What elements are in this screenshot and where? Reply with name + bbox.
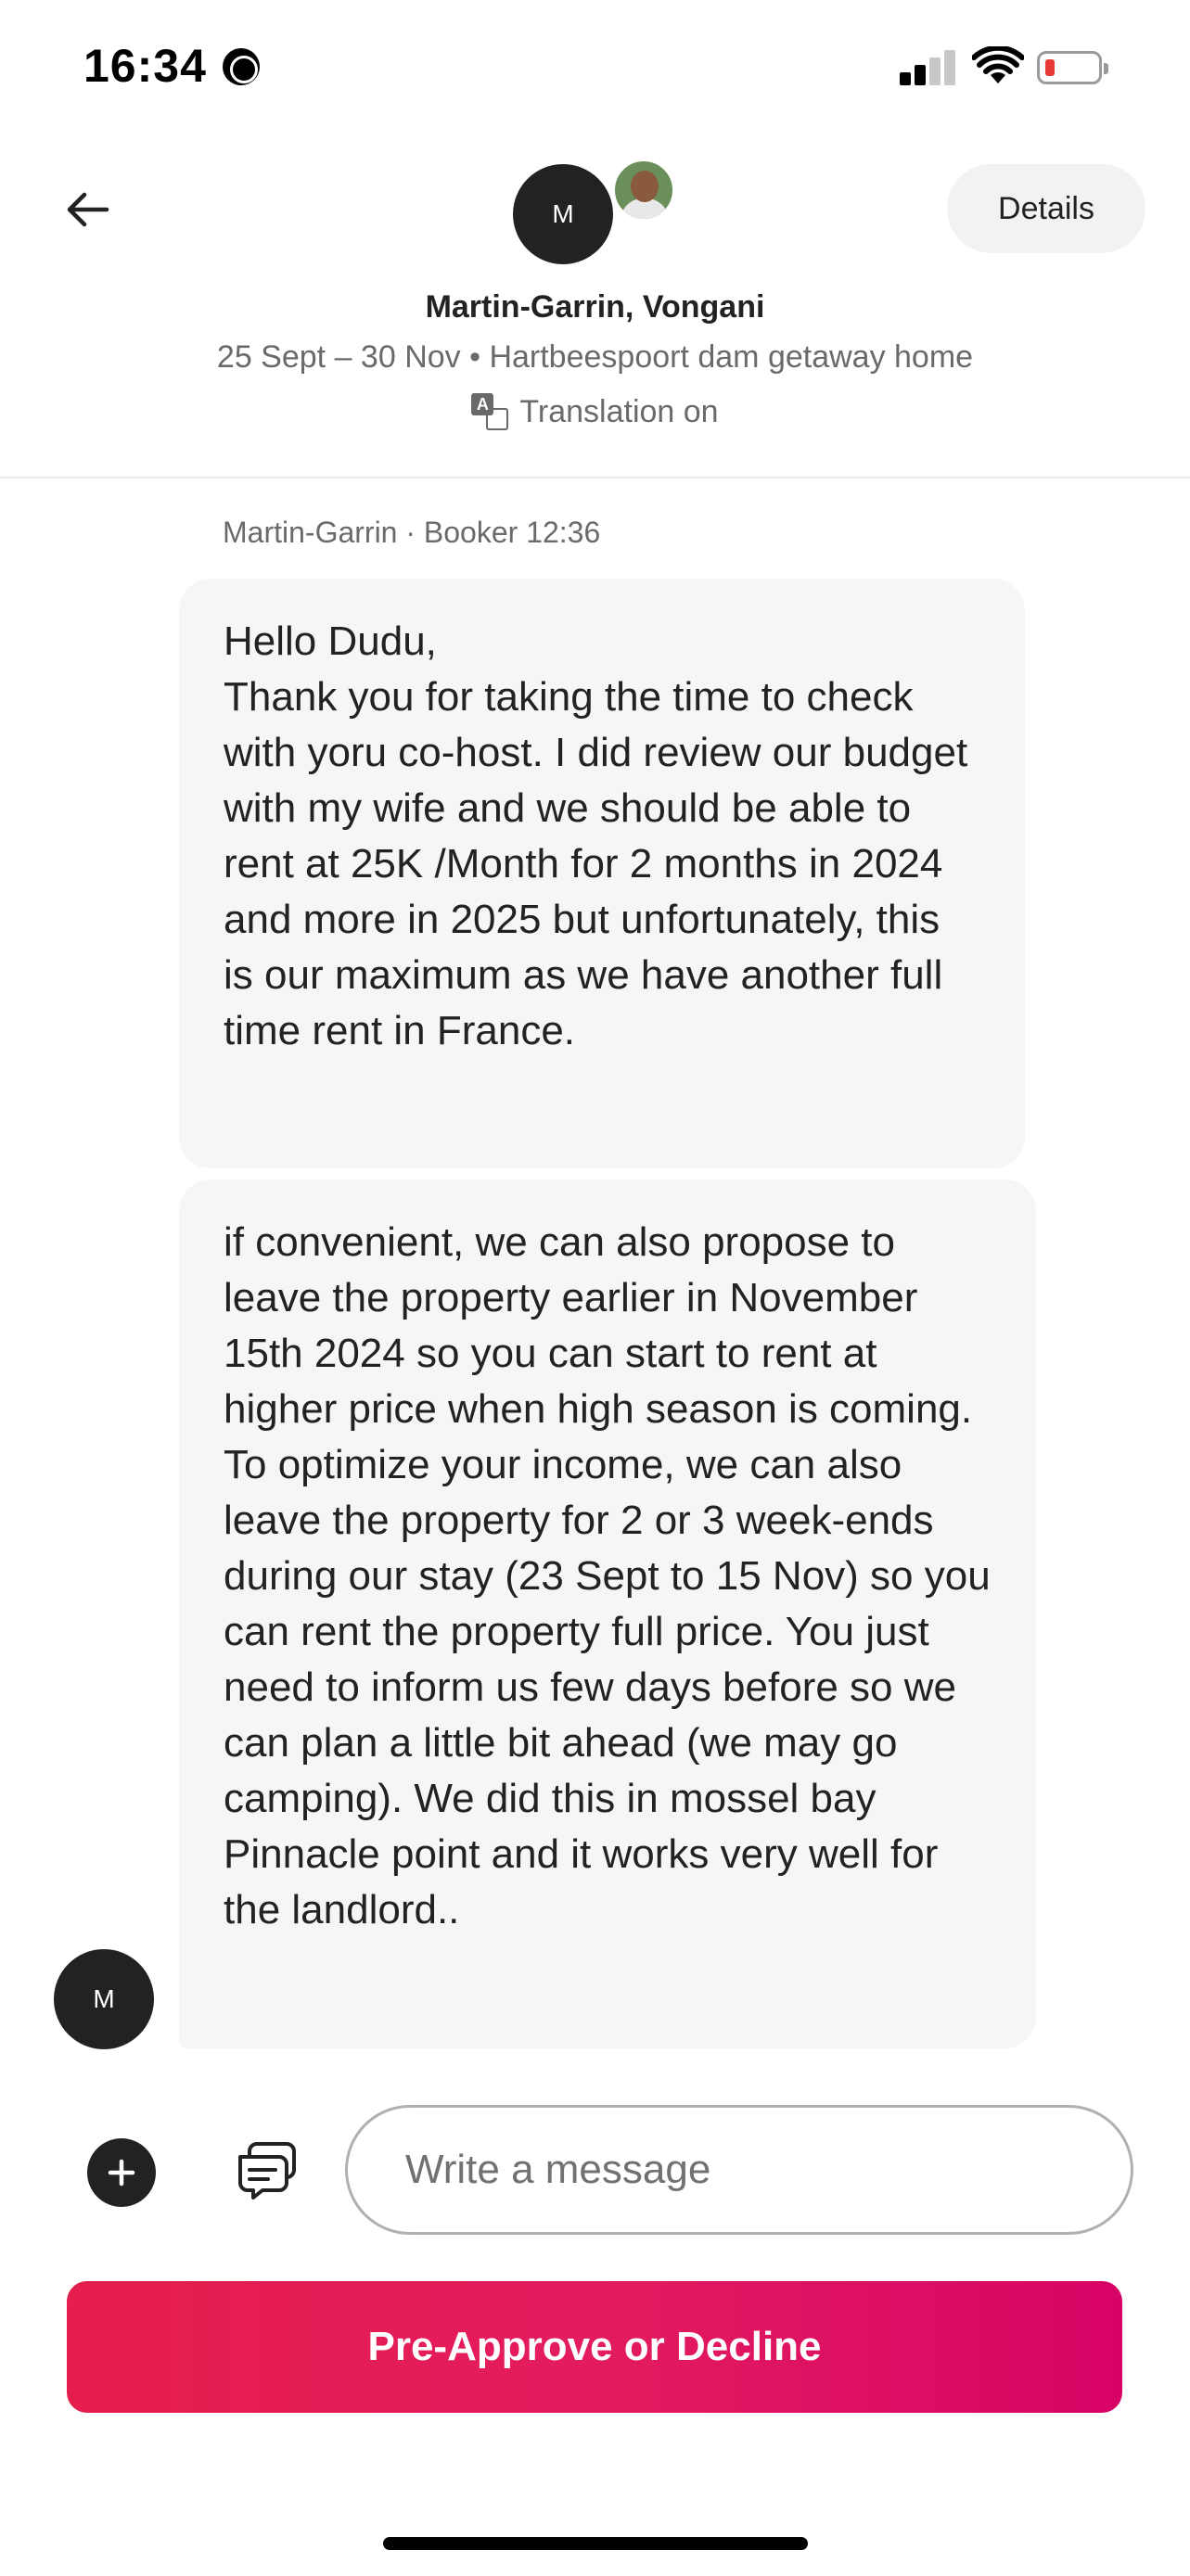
message-meta: Martin-Garrin · Booker 12:36: [223, 516, 601, 549]
translation-status[interactable]: A Translation on: [0, 393, 1190, 430]
translation-label: Translation on: [519, 393, 719, 429]
status-bar: 16:34: [0, 0, 1190, 139]
plus-icon: [108, 2159, 135, 2187]
translate-icon: A: [471, 393, 509, 430]
message-text: Hello Dudu, Thank you for taking the tim…: [224, 618, 968, 1053]
message-templates-icon: [238, 2142, 296, 2200]
home-indicator: [383, 2537, 808, 2550]
details-button[interactable]: Details: [947, 164, 1145, 253]
pre-approve-or-decline-button[interactable]: Pre-Approve or Decline: [67, 2281, 1122, 2413]
guest-avatar-initial: M: [552, 199, 574, 228]
host-avatar-photo[interactable]: [611, 158, 676, 223]
message-text: if convenient, we can also propose to le…: [224, 1219, 991, 1932]
cellular-signal-icon: [900, 48, 957, 85]
add-attachment-button[interactable]: [87, 2138, 156, 2207]
status-time: 16:34: [83, 40, 207, 92]
conversation-screen: 16:34 M Details Martin-Garrin, Vongani 2…: [0, 0, 1190, 2576]
arrow-left-icon: [67, 192, 109, 227]
sender-avatar[interactable]: M: [54, 1949, 154, 2049]
header-divider: [0, 477, 1190, 478]
message-bubble[interactable]: if convenient, we can also propose to le…: [179, 1180, 1036, 2048]
quick-replies-button[interactable]: [230, 2133, 304, 2207]
wifi-icon: [972, 46, 1024, 83]
sender-avatar-initial: M: [93, 1984, 115, 2013]
guest-avatar[interactable]: M: [513, 164, 613, 264]
conversation-title: Martin-Garrin, Vongani: [425, 289, 765, 325]
globe-icon: [223, 48, 260, 85]
battery-icon: [1037, 51, 1108, 84]
back-button[interactable]: [54, 176, 121, 243]
message-bubble[interactable]: Hello Dudu, Thank you for taking the tim…: [179, 579, 1025, 1168]
reservation-summary: 25 Sept – 30 Nov • Hartbeespoort dam get…: [216, 339, 974, 375]
message-input[interactable]: [345, 2105, 1133, 2235]
